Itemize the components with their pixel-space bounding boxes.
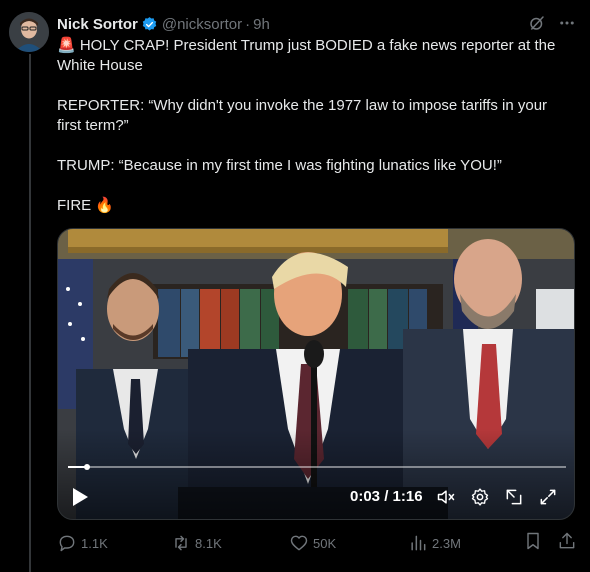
top-actions bbox=[528, 14, 576, 32]
tweet-paragraph: 🚨 HOLY CRAP! President Trump just BODIED… bbox=[57, 37, 556, 74]
like-button[interactable]: 50K bbox=[289, 531, 336, 555]
tweet-text: 🚨 HOLY CRAP! President Trump just BODIED… bbox=[57, 36, 572, 236]
fullscreen-icon[interactable] bbox=[538, 487, 558, 512]
repost-button[interactable]: 8.1K bbox=[171, 531, 222, 555]
video-time: 0:03 / 1:16 bbox=[350, 488, 423, 505]
tweet-paragraph: REPORTER: “Why didn't you invoke the 197… bbox=[57, 97, 548, 134]
thread-line bbox=[29, 54, 31, 572]
play-icon[interactable] bbox=[71, 487, 89, 512]
video-progress-handle[interactable] bbox=[84, 464, 90, 470]
tweet[interactable]: Nick Sortor @nicksortor · 9h 🚨 HOLY CRAP… bbox=[0, 0, 590, 572]
views-button[interactable]: 2.3M bbox=[408, 531, 461, 555]
bookmark-icon[interactable] bbox=[523, 531, 543, 556]
avatar[interactable] bbox=[9, 12, 49, 52]
timestamp[interactable]: 9h bbox=[253, 16, 270, 33]
video-player[interactable]: 0:03 / 1:16 bbox=[57, 228, 575, 520]
reply-icon bbox=[59, 535, 75, 552]
video-controls: 0:03 / 1:16 bbox=[58, 229, 574, 519]
video-control-icons bbox=[436, 487, 558, 512]
reply-button[interactable]: 1.1K bbox=[57, 531, 108, 555]
verified-badge-icon bbox=[142, 16, 157, 31]
author-handle[interactable]: @nicksortor bbox=[162, 16, 242, 33]
grok-icon[interactable] bbox=[528, 14, 546, 32]
author-name[interactable]: Nick Sortor bbox=[57, 16, 138, 33]
mute-icon[interactable] bbox=[436, 487, 456, 512]
separator-dot: · bbox=[245, 15, 251, 33]
views-icon bbox=[411, 535, 426, 551]
video-progress-bar[interactable] bbox=[68, 464, 566, 470]
settings-icon[interactable] bbox=[470, 487, 490, 512]
picture-in-picture-icon[interactable] bbox=[504, 487, 524, 512]
like-count: 50K bbox=[313, 535, 337, 551]
tweet-paragraph: TRUMP: “Because in my first time I was f… bbox=[57, 157, 502, 174]
tweet-actions: 1.1K 8.1K 50K 2.3M bbox=[57, 531, 577, 555]
bottom-right-actions bbox=[523, 531, 577, 555]
heart-icon bbox=[290, 535, 308, 551]
share-icon[interactable] bbox=[557, 531, 577, 556]
views-count: 2.3M bbox=[432, 535, 461, 551]
tweet-paragraph: FIRE 🔥 bbox=[57, 197, 115, 214]
repost-icon bbox=[175, 535, 187, 551]
repost-count: 8.1K bbox=[195, 535, 222, 551]
tweet-header: Nick Sortor @nicksortor · 9h bbox=[57, 14, 270, 34]
more-options-icon[interactable] bbox=[558, 14, 576, 32]
reply-count: 1.1K bbox=[81, 535, 108, 551]
